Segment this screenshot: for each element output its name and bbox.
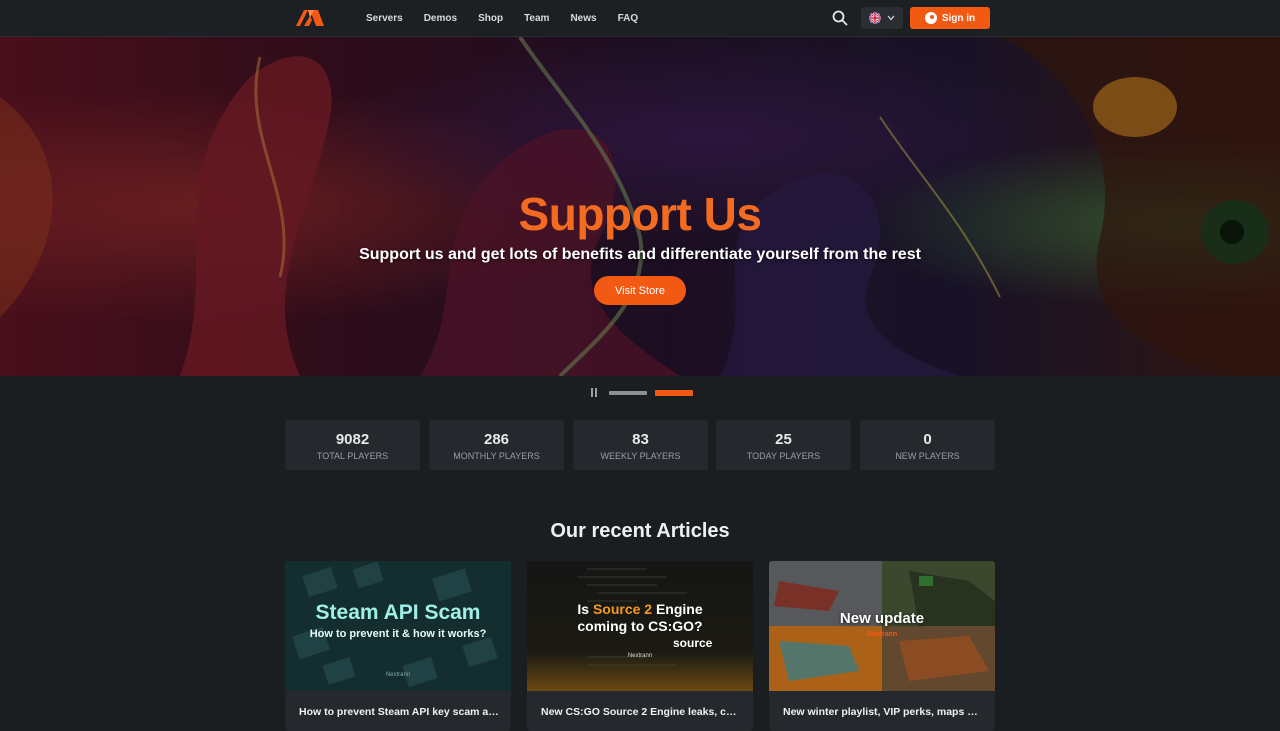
hero-subtitle: Support us and get lots of benefits and …: [359, 246, 921, 263]
slide-indicator-2-active[interactable]: [655, 390, 693, 396]
thumbnail-heading: New update: [839, 610, 925, 627]
hero-title: Support Us: [518, 188, 762, 240]
thumbnail-text: Is: [577, 601, 593, 617]
search-icon[interactable]: [832, 10, 848, 26]
thumbnail-brand: Nextrann: [385, 672, 411, 678]
steam-icon: [924, 12, 937, 24]
thumbnail-brand: Nextrann: [866, 631, 898, 638]
stat-label: WEEKLY PLAYERS: [600, 451, 681, 461]
site-logo-icon[interactable]: [296, 10, 324, 26]
uk-flag-icon: [869, 12, 881, 24]
thumbnail-subheading: How to prevent it & how it works?: [309, 628, 487, 640]
pause-slider-icon[interactable]: [590, 388, 598, 397]
article-thumbnail[interactable]: Steam API Scam How to prevent it & how i…: [285, 561, 511, 691]
article-thumbnail[interactable]: Is Source 2 Engine coming to CS:GO? sour…: [527, 561, 753, 691]
article-title[interactable]: New CS:GO Source 2 Engine leaks, cod...: [541, 706, 741, 718]
thumbnail-heading: Steam API Scam: [315, 601, 481, 624]
stat-label: MONTHLY PLAYERS: [453, 451, 540, 461]
visit-store-button[interactable]: Visit Store: [594, 276, 686, 305]
stat-today-players: 25 TODAY PLAYERS: [716, 420, 851, 470]
stat-monthly-players: 286 MONTHLY PLAYERS: [429, 420, 564, 470]
nav-link-news[interactable]: News: [570, 13, 596, 24]
stat-weekly-players: 83 WEEKLY PLAYERS: [573, 420, 708, 470]
article-card[interactable]: Steam API Scam How to prevent it & how i…: [285, 561, 511, 731]
thumbnail-highlight: Source 2: [592, 601, 653, 617]
stat-label: NEW PLAYERS: [895, 451, 960, 461]
nav-link-servers[interactable]: Servers: [366, 13, 403, 24]
stat-value: 25: [775, 431, 792, 448]
stat-value: 286: [483, 431, 510, 448]
stat-value: 9082: [335, 431, 370, 448]
stat-label: TODAY PLAYERS: [746, 451, 821, 461]
language-selector[interactable]: [861, 7, 903, 29]
nav-link-faq[interactable]: FAQ: [618, 13, 639, 24]
stat-total-players: 9082 TOTAL PLAYERS: [285, 420, 420, 470]
hero-banner: Support Us Support us and get lots of be…: [0, 37, 1280, 376]
main-menu: Servers Demos Shop Team News FAQ: [366, 0, 659, 36]
article-thumbnail[interactable]: New update Nextrann: [769, 561, 995, 691]
stat-value: 0: [923, 431, 932, 448]
stat-value: 83: [632, 431, 649, 448]
top-navbar: Servers Demos Shop Team News FAQ Sign in: [0, 0, 1280, 37]
articles-heading: Our recent Articles: [550, 520, 730, 542]
article-card[interactable]: New update Nextrann New winter playlist,…: [769, 561, 995, 731]
thumbnail-brand: Nextrann: [627, 653, 653, 659]
slide-indicator-1[interactable]: [609, 391, 647, 395]
article-title[interactable]: How to prevent Steam API key scam an...: [299, 706, 499, 718]
chevron-down-icon: [887, 15, 895, 21]
article-card[interactable]: Is Source 2 Engine coming to CS:GO? sour…: [527, 561, 753, 731]
thumbnail-heading-line2: coming to CS:GO?: [577, 618, 703, 634]
source-engine-logo: source: [673, 636, 713, 650]
article-title[interactable]: New winter playlist, VIP perks, maps an.…: [783, 706, 983, 718]
nav-link-demos[interactable]: Demos: [424, 13, 457, 24]
sign-in-button[interactable]: Sign in: [910, 7, 990, 29]
stat-new-players: 0 NEW PLAYERS: [860, 420, 995, 470]
nav-link-shop[interactable]: Shop: [478, 13, 503, 24]
thumbnail-text: Engine: [652, 601, 703, 617]
thumbnail-heading-line1: Is Source 2 Engine: [527, 601, 753, 617]
nav-link-team[interactable]: Team: [524, 13, 549, 24]
sign-in-label: Sign in: [941, 12, 976, 24]
stat-label: TOTAL PLAYERS: [316, 451, 389, 461]
